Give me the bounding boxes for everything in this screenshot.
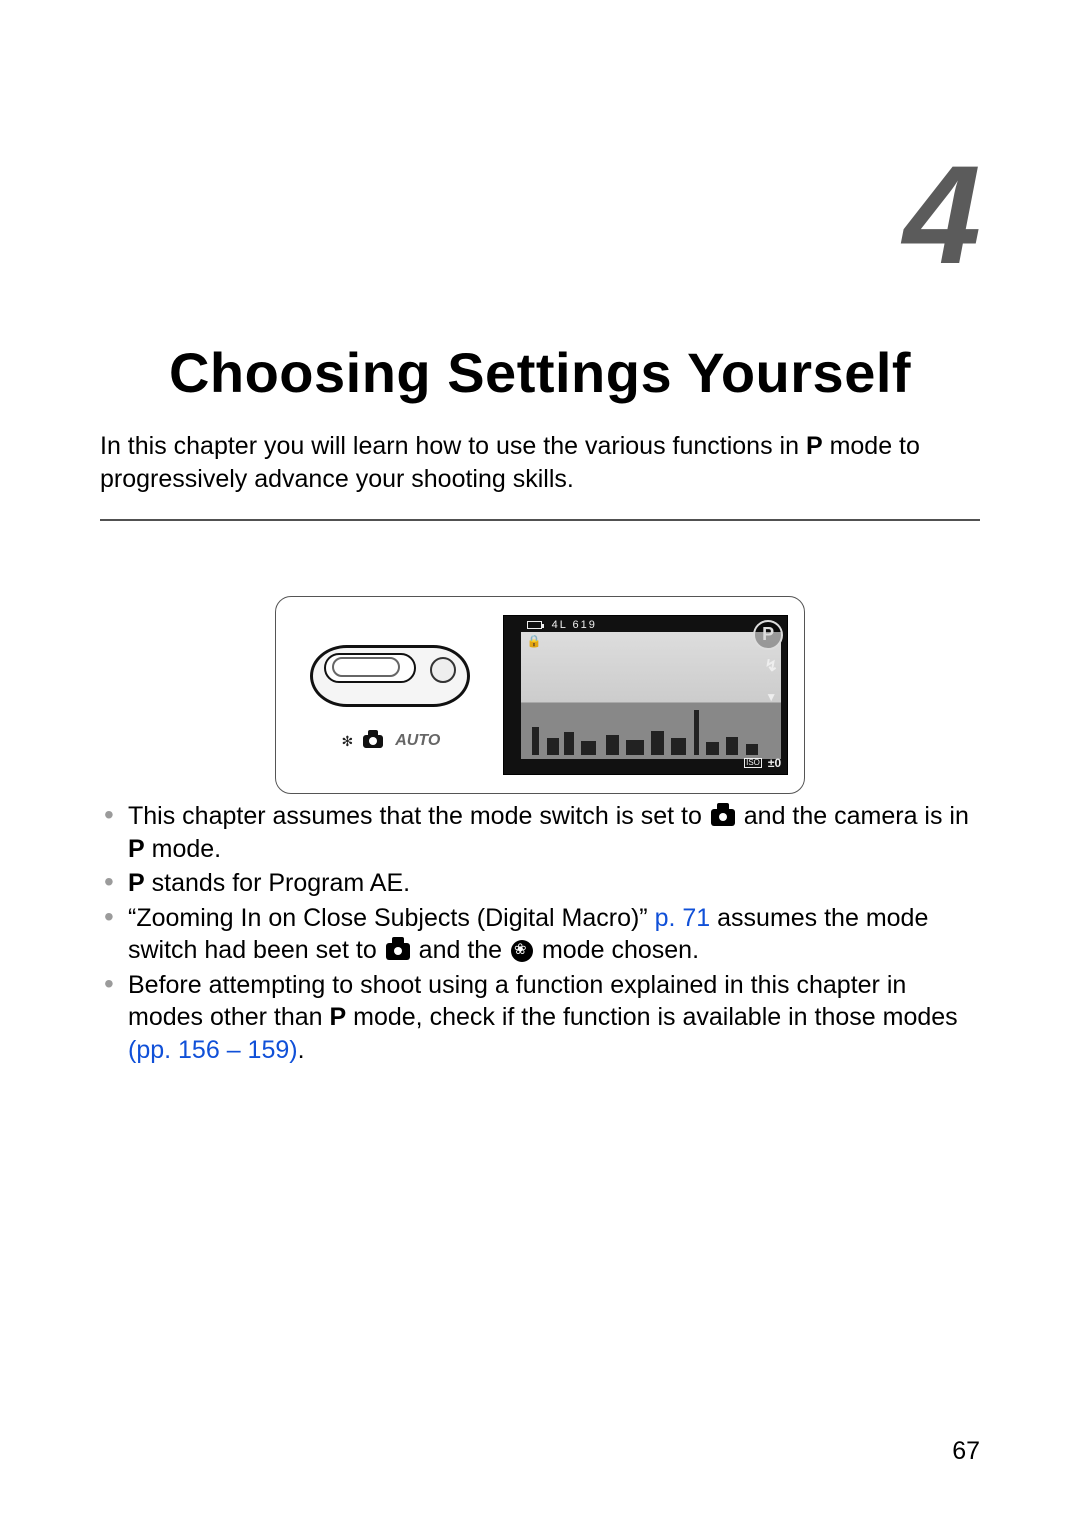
- p-mode-icon: P: [806, 432, 823, 460]
- b3-text-a: “Zooming In on Close Subjects (Digital M…: [128, 904, 655, 932]
- b2-text: stands for Program AE.: [145, 869, 410, 897]
- camera-figure: ✻ AUTO 4L 619 🔒 P: [275, 596, 805, 794]
- bullet-1: This chapter assumes that the mode switc…: [100, 800, 980, 865]
- p-mode-icon: P: [128, 835, 145, 863]
- b1-text-b: and the camera is in: [737, 802, 969, 830]
- camera-icon: [711, 809, 735, 826]
- battery-icon: [527, 621, 542, 629]
- macro-icon: [511, 940, 533, 962]
- page-number: 67: [952, 1437, 980, 1466]
- page-link-156[interactable]: 156: [178, 1036, 220, 1064]
- pp-open: (pp.: [128, 1036, 178, 1064]
- p-mode-icon: P: [330, 1003, 347, 1031]
- iso-label: ISO: [744, 758, 762, 768]
- lcd-bottom: ISO ±0: [744, 756, 781, 770]
- camera-icon: [363, 735, 383, 748]
- pp-close: ): [289, 1036, 297, 1064]
- mode-switch-diagram: ✻ AUTO: [276, 597, 503, 793]
- lcd-right-icons: ↯ ▼: [759, 656, 783, 704]
- auto-label: AUTO: [395, 732, 440, 750]
- b4-text-b: mode, check if the function is available…: [346, 1003, 957, 1031]
- lock-icon: 🔒: [527, 634, 542, 648]
- p-mode-icon: P: [128, 869, 145, 897]
- b1-text-a: This chapter assumes that the mode switc…: [128, 802, 709, 830]
- manual-page: 4 Choosing Settings Yourself In this cha…: [0, 0, 1080, 1521]
- page-link-159[interactable]: 159: [248, 1036, 290, 1064]
- b3-text-c: and the: [412, 936, 509, 964]
- chapter-intro: In this chapter you will learn how to us…: [100, 430, 980, 495]
- chapter-number: 4: [903, 145, 975, 285]
- b1-text-c: mode.: [145, 835, 221, 863]
- arrow-down-icon: ▼: [765, 690, 777, 704]
- p-mode-badge: P: [753, 620, 783, 650]
- figure-container: ✻ AUTO 4L 619 🔒 P: [100, 596, 980, 794]
- bullet-2: P stands for Program AE.: [100, 867, 980, 900]
- chapter-title: Choosing Settings Yourself: [100, 340, 980, 405]
- flash-icon: ↯: [764, 656, 777, 676]
- bullet-list: This chapter assumes that the mode switc…: [100, 800, 980, 1066]
- b3-text-d: mode chosen.: [535, 936, 699, 964]
- page-link-71[interactable]: p. 71: [655, 904, 711, 932]
- lcd-topbar: 4L 619: [527, 619, 754, 631]
- switch-under-icons: ✻ AUTO: [342, 732, 441, 750]
- intro-text-a: In this chapter you will learn how to us…: [100, 432, 806, 460]
- bullet-3: “Zooming In on Close Subjects (Digital M…: [100, 902, 980, 967]
- lcd-preview: 4L 619 🔒 P ↯ ▼ ISO ±0: [503, 615, 788, 776]
- camera-icon: [386, 943, 410, 960]
- divider-line: [100, 519, 980, 521]
- star-icon: ✻: [342, 733, 354, 750]
- ev-value: ±0: [768, 756, 781, 770]
- b4-period: .: [298, 1036, 305, 1064]
- lcd-top-text: 4L 619: [552, 619, 597, 631]
- bullet-4: Before attempting to shoot using a funct…: [100, 969, 980, 1067]
- page-range-dash: –: [220, 1036, 248, 1064]
